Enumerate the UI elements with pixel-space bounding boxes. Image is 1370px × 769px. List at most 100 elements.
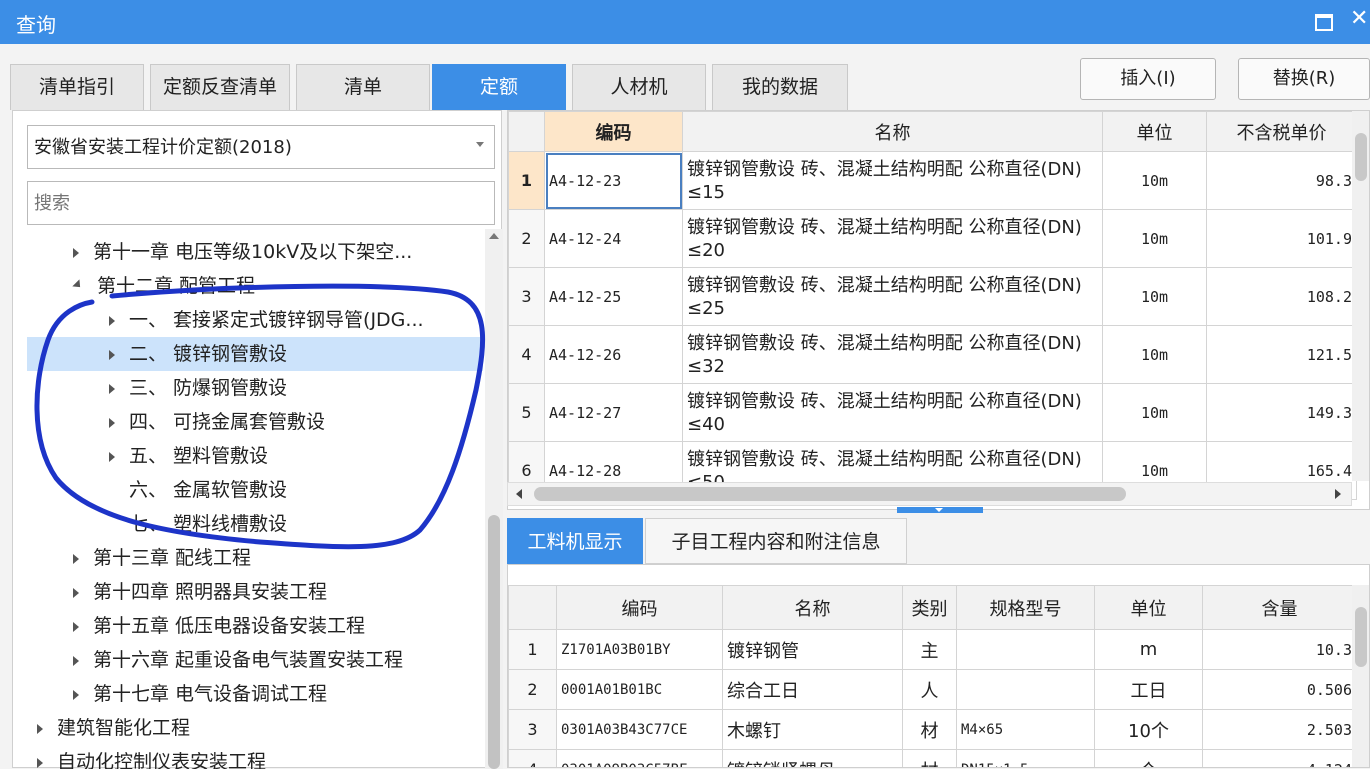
- maximize-icon[interactable]: [1312, 10, 1334, 32]
- tree-item[interactable]: 建筑智能化工程: [13, 711, 483, 745]
- tree-item[interactable]: 第十二章 配管工程: [13, 269, 483, 303]
- material-row[interactable]: 2 0001A01B01BC 综合工日人 工日 0.506: [508, 669, 1357, 710]
- quota-header-price[interactable]: 不含税单价: [1206, 111, 1357, 152]
- quota-unit-cell[interactable]: 10m: [1102, 151, 1207, 210]
- expand-down-icon[interactable]: [72, 278, 84, 291]
- material-qty-cell[interactable]: 4.124: [1202, 749, 1357, 767]
- scroll-right-icon[interactable]: [1335, 489, 1341, 499]
- expand-right-icon[interactable]: [37, 723, 43, 734]
- quota-name-cell[interactable]: 镀锌钢管敷设 砖、混凝土结构明配 公称直径(DN) ≤15: [682, 151, 1103, 210]
- quota-library-select[interactable]: 安徽省安装工程计价定额(2018): [27, 125, 495, 169]
- quota-row[interactable]: 2 A4-12-24 镀锌钢管敷设 砖、混凝土结构明配 公称直径(DN) ≤20 10…: [508, 209, 1357, 268]
- quota-row[interactable]: 3 A4-12-25 镀锌钢管敷设 砖、混凝土结构明配 公称直径(DN) ≤25 10…: [508, 267, 1357, 326]
- quota-price-cell[interactable]: 98.3: [1206, 151, 1357, 210]
- tree-item[interactable]: 七、 塑料线槽敷设: [13, 507, 483, 541]
- material-header-spec[interactable]: 规格型号: [956, 585, 1095, 630]
- quota-price-cell[interactable]: 121.5: [1206, 325, 1357, 384]
- quota-row-index[interactable]: 5: [508, 383, 545, 442]
- material-row-index[interactable]: 3: [508, 709, 557, 750]
- material-row[interactable]: 3 0301A03B43C77CE 木螺钉材 M4×65 10个 2.503: [508, 709, 1357, 750]
- quota-price-cell[interactable]: 149.3: [1206, 383, 1357, 442]
- material-code-cell[interactable]: 0301A03B43C77CE: [556, 709, 723, 750]
- quota-header-unit[interactable]: 单位: [1102, 111, 1207, 152]
- search-field[interactable]: [27, 181, 495, 225]
- material-spec-cell[interactable]: [956, 629, 1095, 670]
- quota-code-cell[interactable]: A4-12-27: [544, 383, 683, 442]
- quota-unit-cell[interactable]: 10m: [1102, 383, 1207, 442]
- expand-right-icon[interactable]: [109, 383, 115, 394]
- expand-right-icon[interactable]: [73, 587, 79, 598]
- material-code-cell[interactable]: Z1701A03B01BY: [556, 629, 723, 670]
- quota-code-cell[interactable]: A4-12-24: [544, 209, 683, 268]
- material-qty-cell[interactable]: 10.3: [1202, 629, 1357, 670]
- quota-row-index[interactable]: 2: [508, 209, 545, 268]
- scroll-left-icon[interactable]: [516, 489, 522, 499]
- material-header-code[interactable]: 编码: [556, 585, 723, 630]
- quota-row-index[interactable]: 3: [508, 267, 545, 326]
- quota-price-cell[interactable]: 101.9: [1206, 209, 1357, 268]
- material-row-index[interactable]: 1: [508, 629, 557, 670]
- material-row[interactable]: 40301A09B03C57BF镀锌锁紧螺母材DN15×1.5个4.124: [508, 749, 1357, 767]
- quota-row-index[interactable]: 4: [508, 325, 545, 384]
- tab-list-guide[interactable]: 清单指引: [10, 64, 144, 110]
- expand-right-icon[interactable]: [109, 349, 115, 360]
- material-qty-cell[interactable]: 2.503: [1202, 709, 1357, 750]
- tree-item[interactable]: 第十七章 电气设备调试工程: [13, 677, 483, 711]
- material-name-cell[interactable]: 木螺钉: [722, 709, 903, 750]
- material-type-cell[interactable]: 材: [902, 749, 957, 767]
- quota-unit-cell[interactable]: 10m: [1102, 267, 1207, 326]
- quota-price-cell[interactable]: 108.2: [1206, 267, 1357, 326]
- tab-my-data[interactable]: 我的数据: [712, 64, 848, 110]
- quota-unit-cell[interactable]: 10m: [1102, 325, 1207, 384]
- quota-header-name[interactable]: 名称: [682, 111, 1103, 152]
- expand-right-icon[interactable]: [73, 689, 79, 700]
- material-spec-cell[interactable]: [956, 669, 1095, 710]
- quota-name-cell[interactable]: 镀锌钢管敷设 砖、混凝土结构明配 公称直径(DN) ≤40: [682, 383, 1103, 442]
- quota-name-cell[interactable]: 镀锌钢管敷设 砖、混凝土结构明配 公称直径(DN) ≤32: [682, 325, 1103, 384]
- tab-list[interactable]: 清单: [296, 64, 430, 110]
- tab-material-display[interactable]: 工料机显示: [507, 518, 643, 564]
- tab-work-content[interactable]: 子目工程内容和附注信息: [645, 518, 907, 564]
- material-name-cell[interactable]: 综合工日: [722, 669, 903, 710]
- quota-unit-cell[interactable]: 10m: [1102, 209, 1207, 268]
- tree-item[interactable]: 第十五章 低压电器设备安装工程: [13, 609, 483, 643]
- material-unit-cell[interactable]: 10个: [1094, 709, 1203, 750]
- quota-row[interactable]: 4 A4-12-26 镀锌钢管敷设 砖、混凝土结构明配 公称直径(DN) ≤32 10…: [508, 325, 1357, 384]
- material-header-type[interactable]: 类别: [902, 585, 957, 630]
- tree-item[interactable]: 二、 镀锌钢管敷设: [27, 337, 483, 371]
- tree-item[interactable]: 第十四章 照明器具安装工程: [13, 575, 483, 609]
- expand-right-icon[interactable]: [109, 315, 115, 326]
- tree-scrollbar[interactable]: [485, 229, 503, 769]
- material-vscrollbar[interactable]: [1352, 585, 1369, 767]
- quota-row-index[interactable]: 1: [508, 151, 545, 210]
- quota-row[interactable]: 1 A4-12-23 镀锌钢管敷设 砖、混凝土结构明配 公称直径(DN) ≤15 10…: [508, 151, 1357, 210]
- material-code-cell[interactable]: 0001A01B01BC: [556, 669, 723, 710]
- expand-right-icon[interactable]: [73, 621, 79, 632]
- tree-item[interactable]: 第十一章 电压等级10kV及以下架空...: [13, 235, 483, 269]
- tree-item[interactable]: 第十六章 起重设备电气装置安装工程: [13, 643, 483, 677]
- quota-hscrollbar[interactable]: [507, 482, 1352, 506]
- material-type-cell[interactable]: 材: [902, 709, 957, 750]
- close-icon[interactable]: ✕: [1350, 6, 1370, 34]
- tree-item[interactable]: 四、 可挠金属套管敷设: [13, 405, 483, 439]
- material-qty-cell[interactable]: 0.506: [1202, 669, 1357, 710]
- quota-header-code[interactable]: 编码: [544, 111, 683, 152]
- material-row-index[interactable]: 2: [508, 669, 557, 710]
- replace-button[interactable]: 替换(R): [1238, 58, 1370, 100]
- material-name-cell[interactable]: 镀锌锁紧螺母: [722, 749, 903, 767]
- material-spec-cell[interactable]: M4×65: [956, 709, 1095, 750]
- search-input[interactable]: [28, 182, 494, 224]
- quota-vscrollbar[interactable]: [1352, 111, 1369, 481]
- material-unit-cell[interactable]: m: [1094, 629, 1203, 670]
- tab-labor-material[interactable]: 人材机: [572, 64, 706, 110]
- material-header-unit[interactable]: 单位: [1094, 585, 1203, 630]
- tree-item[interactable]: 第十三章 配线工程: [13, 541, 483, 575]
- panel-splitter[interactable]: [897, 507, 983, 513]
- expand-right-icon[interactable]: [109, 417, 115, 428]
- material-unit-cell[interactable]: 个: [1094, 749, 1203, 767]
- tree-item[interactable]: 一、 套接紧定式镀锌钢导管(JDG...: [13, 303, 483, 337]
- material-code-cell[interactable]: 0301A09B03C57BF: [556, 749, 723, 767]
- quota-vscroll-thumb[interactable]: [1355, 133, 1367, 181]
- scroll-up-icon[interactable]: [489, 233, 499, 239]
- expand-right-icon[interactable]: [109, 451, 115, 462]
